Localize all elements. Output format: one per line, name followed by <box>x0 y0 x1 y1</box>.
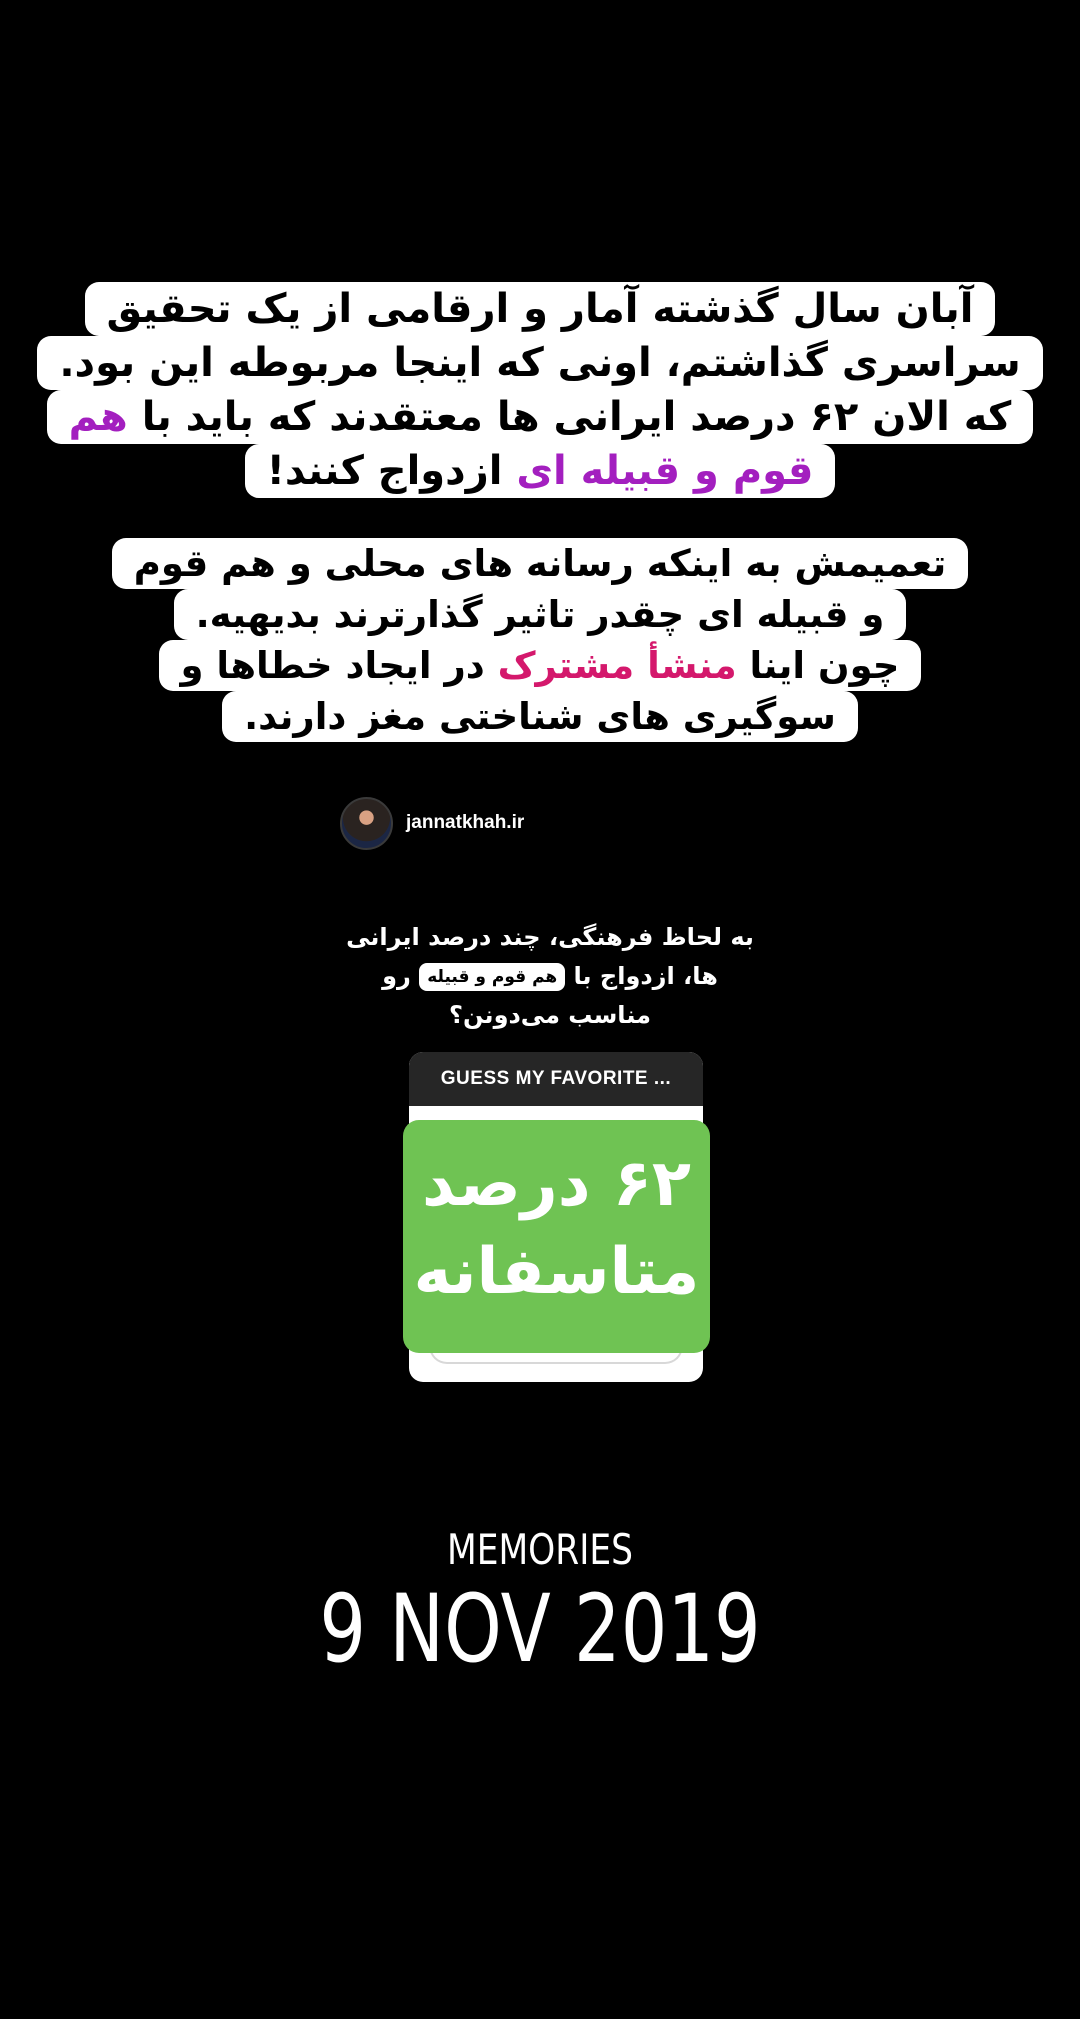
paragraph-2-row: سوگیری های شناختی مغز دارند. <box>0 691 1080 742</box>
text-segment: در ایجاد خطاها و <box>180 644 498 687</box>
question-line-2: ها، ازدواج با هم قوم و قبیله رو <box>340 957 760 996</box>
paragraph-2-row: تعمیمش به اینکه رسانه های محلی و هم قوم <box>0 538 1080 589</box>
paragraph-1-row: که الان ۶۲ درصد ایرانی ها معتقدند که بای… <box>0 390 1080 444</box>
paragraph-2-line: سوگیری های شناختی مغز دارند. <box>222 691 858 742</box>
text-segment: آبان سال گذشته آمار و ارقامی از یک تحقیق <box>106 286 974 332</box>
text-segment: چون اینا <box>736 644 900 687</box>
text-segment: و قبیله ای چقدر تاثیر گذارترند بدیهیه. <box>195 593 885 636</box>
text-segment: ازدواج کنند! <box>266 448 517 494</box>
paragraph-1-row: آبان سال گذشته آمار و ارقامی از یک تحقیق <box>0 282 1080 336</box>
paragraph-2-row: و قبیله ای چقدر تاثیر گذارترند بدیهیه. <box>0 589 1080 640</box>
text-segment: قوم و قبیله ای <box>516 448 814 494</box>
answer-text-block: ۶۲ درصد متاسفانه <box>403 1120 710 1353</box>
paragraph-2-line: چون اینا منشأ مشترک در ایجاد خطاها و <box>158 640 922 691</box>
text-segment: تعمیمش به اینکه رسانه های محلی و هم قوم <box>133 542 947 585</box>
question-line-2-end: رو <box>382 962 411 990</box>
paragraph-1-line: که الان ۶۲ درصد ایرانی ها معتقدند که بای… <box>46 390 1034 444</box>
quiz-sticker-header: GUESS MY FAVORITE ... <box>409 1052 703 1106</box>
paragraph-1-line: قوم و قبیله ای ازدواج کنند! <box>244 444 836 498</box>
story-text-paragraph-1: آبان سال گذشته آمار و ارقامی از یک تحقیق… <box>0 282 1080 498</box>
story-text-paragraph-2: تعمیمش به اینکه رسانه های محلی و هم قوم و… <box>0 538 1080 742</box>
answer-line-2: متاسفانه <box>413 1235 700 1309</box>
text-segment: که الان ۶۲ درصد ایرانی ها معتقدند که بای… <box>127 394 1012 440</box>
question-highlight-chip: هم قوم و قبیله <box>419 963 566 991</box>
paragraph-1-row: سراسری گذاشتم، اونی که اینجا مربوطه این … <box>0 336 1080 390</box>
paragraph-2-line: و قبیله ای چقدر تاثیر گذارترند بدیهیه. <box>173 589 907 640</box>
shared-post-question: به لحاظ فرهنگی، چند درصد ایرانی ها، ازدو… <box>340 918 760 1035</box>
answer-line-1: ۶۲ درصد <box>422 1147 691 1221</box>
memories-label: MEMORIES <box>446 1525 634 1574</box>
question-line-2-start: ها، ازدواج با <box>573 962 718 990</box>
username-label[interactable]: jannatkhah.ir <box>406 812 524 834</box>
text-segment: منشأ مشترک <box>497 644 737 687</box>
memory-date: 9 NOV 2019 <box>319 1575 761 1684</box>
question-line-3: مناسب می‌دونن؟ <box>449 1001 651 1029</box>
question-line-1: به لحاظ فرهنگی، چند درصد ایرانی <box>346 923 754 951</box>
paragraph-2-row: چون اینا منشأ مشترک در ایجاد خطاها و <box>0 640 1080 691</box>
text-segment: سراسری گذاشتم، اونی که اینجا مربوطه این … <box>59 340 1021 386</box>
paragraph-1-row: قوم و قبیله ای ازدواج کنند! <box>0 444 1080 498</box>
paragraph-1-line: سراسری گذاشتم، اونی که اینجا مربوطه این … <box>37 336 1043 390</box>
text-segment: سوگیری های شناختی مغز دارند. <box>244 695 836 738</box>
paragraph-2-line: تعمیمش به اینکه رسانه های محلی و هم قوم <box>111 538 969 589</box>
paragraph-1-line: آبان سال گذشته آمار و ارقامی از یک تحقیق <box>84 282 996 336</box>
text-segment: هم <box>68 394 128 440</box>
profile-avatar-icon[interactable] <box>340 797 393 850</box>
